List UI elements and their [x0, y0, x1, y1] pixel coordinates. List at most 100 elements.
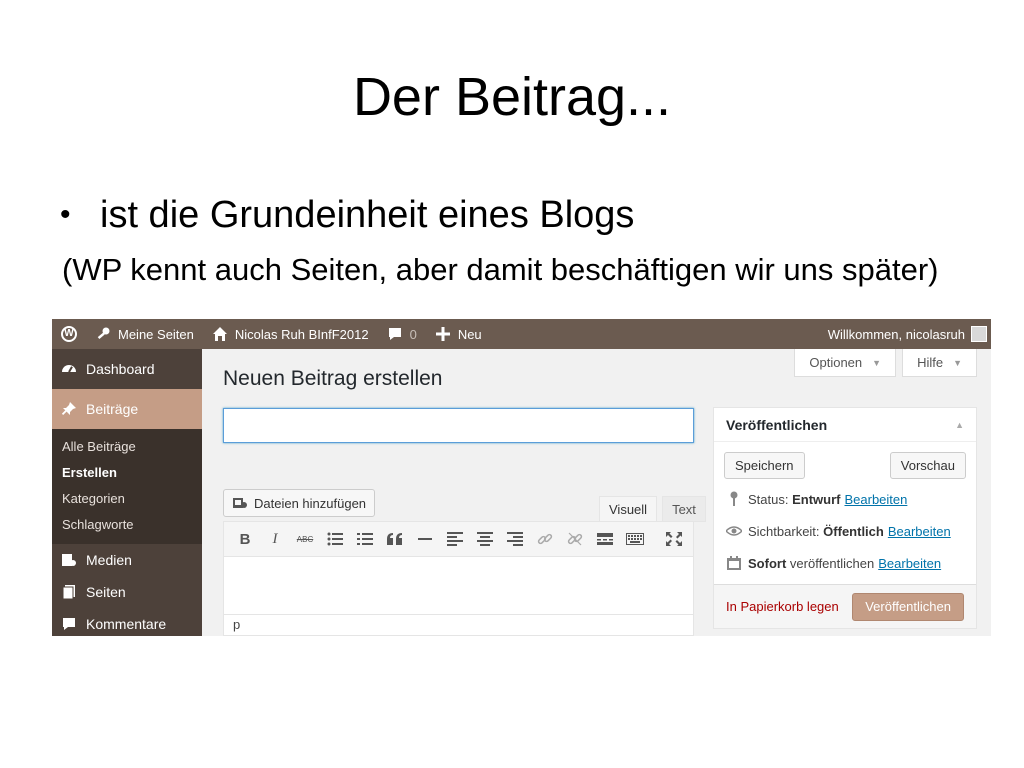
sidebar-item-label: Medien: [86, 552, 132, 568]
add-media-button[interactable]: Dateien hinzufügen: [223, 489, 376, 517]
submenu-add-new[interactable]: Erstellen: [52, 460, 202, 486]
sidebar-item-dashboard[interactable]: Dashboard: [52, 349, 202, 389]
post-title-input[interactable]: [223, 408, 694, 443]
numbered-list-icon: [357, 533, 373, 545]
comment-bubble-icon: [387, 326, 403, 342]
edit-status-link[interactable]: Bearbeiten: [844, 492, 907, 507]
editor-element-path: p: [224, 614, 693, 636]
bold-icon: B: [239, 530, 251, 548]
italic-icon: I: [272, 530, 278, 547]
distraction-free-button[interactable]: [659, 524, 689, 554]
blockquote-button[interactable]: [380, 524, 410, 554]
read-more-button[interactable]: [590, 524, 620, 554]
caret-down-icon: ▼: [872, 357, 882, 368]
post-editor: B I ABC p: [223, 521, 694, 636]
italic-button[interactable]: I: [260, 524, 290, 554]
comments-count: 0: [409, 326, 417, 342]
admin-sidebar: Dashboard Beiträge Alle Beiträge Erstell…: [52, 349, 210, 636]
submenu-tags[interactable]: Schlagworte: [52, 512, 202, 538]
bullet-list-icon: [327, 532, 343, 546]
status-value: Entwurf: [792, 491, 841, 507]
align-left-icon: [447, 532, 463, 546]
bullet-point: • ist die Grundeinheit eines Blogs: [60, 192, 634, 238]
sidebar-item-label: Seiten: [86, 584, 126, 600]
account-menu[interactable]: Willkommen, nicolasruh: [828, 326, 991, 342]
home-icon: [212, 326, 228, 342]
numbered-list-button[interactable]: [350, 524, 380, 554]
bullet-list-button[interactable]: [320, 524, 350, 554]
slide-note: (WP kennt auch Seiten, aber damit beschä…: [62, 252, 939, 287]
fullscreen-icon: [666, 532, 682, 546]
insert-link-button[interactable]: [530, 524, 560, 554]
bullet-symbol: •: [60, 198, 71, 231]
wordpress-logo-menu[interactable]: W: [52, 319, 86, 349]
bold-button[interactable]: B: [230, 524, 260, 554]
visibility-label: Sichtbarkeit:: [748, 523, 820, 539]
toolbar-toggle-button[interactable]: [620, 524, 650, 554]
sidebar-item-media[interactable]: Medien: [52, 544, 202, 576]
schedule-row: Sofort veröffentlichen Bearbeiten: [714, 547, 976, 579]
help-button[interactable]: Hilfe ▼: [902, 349, 977, 377]
post-status-row: Status: Entwurf Bearbeiten: [714, 483, 976, 515]
align-center-button[interactable]: [470, 524, 500, 554]
visibility-row: Sichtbarkeit: Öffentlich Bearbeiten: [714, 515, 976, 547]
pages-icon: [61, 584, 77, 600]
quote-icon: [387, 533, 402, 545]
wordpress-logo-icon: W: [61, 326, 77, 342]
comment-bubble-icon: [61, 616, 77, 632]
sidebar-item-posts[interactable]: Beiträge: [52, 389, 210, 429]
align-right-button[interactable]: [500, 524, 530, 554]
strikethrough-icon: ABC: [296, 534, 314, 544]
publish-button[interactable]: Veröffentlichen: [852, 592, 964, 621]
preview-button[interactable]: Vorschau: [889, 452, 966, 479]
tab-visual[interactable]: Visuell: [599, 496, 658, 522]
wordpress-screenshot: W Meine Seiten Nicolas Ruh BInfF2012 0 N…: [52, 319, 991, 636]
posts-submenu: Alle Beiträge Erstellen Kategorien Schla…: [52, 429, 202, 544]
new-content-menu[interactable]: Neu: [426, 319, 491, 349]
post-content-area[interactable]: [224, 557, 693, 614]
move-to-trash-link[interactable]: In Papierkorb legen: [726, 599, 839, 614]
my-sites-menu[interactable]: Meine Seiten: [86, 319, 203, 349]
align-left-button[interactable]: [440, 524, 470, 554]
media-icon: [61, 552, 77, 568]
dashboard-gauge-icon: [61, 361, 77, 377]
site-name-menu[interactable]: Nicolas Ruh BInfF2012: [203, 319, 378, 349]
sidebar-item-label: Kommentare: [86, 616, 167, 632]
help-label: Hilfe: [917, 355, 944, 370]
caret-down-icon: ▼: [953, 357, 962, 368]
editor-toolbar: B I ABC: [224, 522, 693, 557]
horizontal-line-button[interactable]: [410, 524, 440, 554]
screen-options-button[interactable]: Optionen ▼: [794, 349, 897, 377]
collapse-arrow-icon[interactable]: ▲: [955, 420, 964, 430]
eye-icon: [726, 523, 742, 539]
horizontal-line-icon: [418, 538, 432, 540]
strikethrough-button[interactable]: ABC: [290, 524, 320, 554]
bullet-text: ist die Grundeinheit eines Blogs: [100, 194, 635, 236]
sidebar-item-comments[interactable]: Kommentare: [52, 608, 202, 636]
welcome-text: Willkommen, nicolasruh: [827, 326, 965, 342]
save-draft-button[interactable]: Speichern: [724, 452, 805, 479]
main-content: Optionen ▼ Hilfe ▼ Neuen Beitrag erstell…: [202, 349, 991, 636]
comments-menu[interactable]: 0: [378, 319, 426, 349]
publish-box-header[interactable]: Veröffentlichen ▲: [714, 408, 976, 442]
edit-schedule-link[interactable]: Bearbeiten: [878, 556, 941, 571]
add-media-icon: [232, 495, 248, 511]
remove-link-button[interactable]: [560, 524, 590, 554]
publish-box: Veröffentlichen ▲ Speichern Vorschau Sta…: [713, 407, 977, 629]
sidebar-item-pages[interactable]: Seiten: [52, 576, 202, 608]
calendar-icon: [726, 555, 742, 571]
plus-icon: [435, 326, 451, 342]
sidebar-item-label: Beiträge: [86, 401, 139, 417]
read-more-icon: [597, 533, 613, 545]
submenu-all-posts[interactable]: Alle Beiträge: [52, 434, 202, 460]
site-name-label: Nicolas Ruh BInfF2012: [234, 326, 369, 342]
page-title: Neuen Beitrag erstellen: [223, 367, 443, 390]
edit-visibility-link[interactable]: Bearbeiten: [888, 524, 951, 539]
screen-options-label: Optionen: [809, 355, 863, 370]
slide-title: Der Beitrag...: [352, 67, 672, 127]
link-icon: [537, 533, 553, 545]
align-right-icon: [507, 532, 523, 546]
submenu-categories[interactable]: Kategorien: [52, 486, 202, 512]
tab-text[interactable]: Text: [662, 496, 706, 522]
admin-bar: W Meine Seiten Nicolas Ruh BInfF2012 0 N…: [52, 319, 991, 349]
